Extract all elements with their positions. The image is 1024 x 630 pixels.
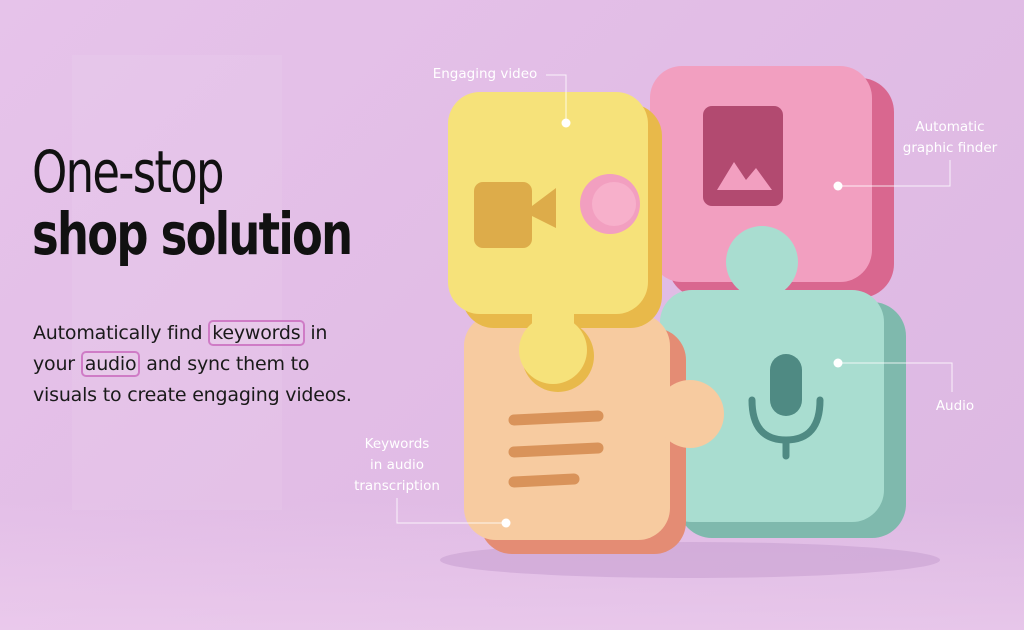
callout-audio-text: Audio: [935, 398, 975, 414]
callout-keywords-line-1: Keywords: [364, 436, 430, 452]
dot-graphic-finder: [833, 181, 843, 191]
callout-keywords-line-2: in audio: [369, 457, 424, 473]
callout-keywords: Keywords in audio transcription: [342, 434, 452, 497]
callout-keywords-line-3: transcription: [354, 478, 440, 494]
dot-keywords: [501, 518, 511, 528]
dot-audio: [833, 358, 843, 368]
callout-engaging-video-text: Engaging video: [432, 66, 538, 82]
callout-graphic-finder-line-2: graphic finder: [902, 140, 998, 156]
callout-graphic-finder: Automatic graphic finder: [892, 117, 1008, 159]
callout-engaging-video: Engaging video: [424, 64, 546, 85]
image-icon: [703, 106, 783, 206]
dot-engaging-video: [561, 118, 571, 128]
puzzle-illustration: [396, 66, 953, 578]
callout-graphic-finder-line-1: Automatic: [915, 119, 985, 135]
callout-audio: Audio: [920, 396, 990, 417]
